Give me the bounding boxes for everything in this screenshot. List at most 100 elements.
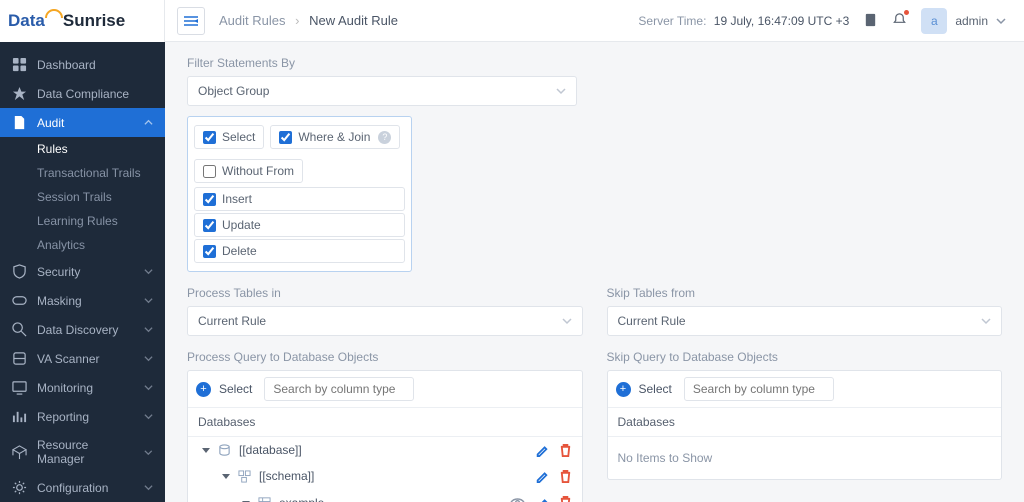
databases-header: Databases <box>608 408 1002 437</box>
logo-bar: Data Sunrise <box>0 0 165 42</box>
search-input[interactable] <box>264 377 414 401</box>
chevron-down-icon <box>144 412 153 421</box>
tasks-button[interactable] <box>863 12 878 30</box>
gear-icon <box>12 480 27 495</box>
monitor-icon <box>12 380 27 395</box>
collapse-sidebar-button[interactable] <box>177 7 205 35</box>
sidebar-item-dashboard[interactable]: Dashboard <box>0 50 165 79</box>
sidebar-item-monitoring[interactable]: Monitoring <box>0 373 165 402</box>
add-button[interactable]: + <box>196 382 211 397</box>
sidebar-item-label: Monitoring <box>37 381 93 395</box>
skip-tables-label: Skip Tables from <box>607 286 1003 300</box>
chevron-down-icon <box>144 448 153 457</box>
skip-column: Skip Tables from Current Rule Skip Query… <box>607 286 1003 502</box>
sidebar-item-reporting[interactable]: Reporting <box>0 402 165 431</box>
breadcrumb-sep: › <box>295 13 299 28</box>
sidebar-item-masking[interactable]: Masking <box>0 286 165 315</box>
sidebar-item-data-compliance[interactable]: Data Compliance <box>0 79 165 108</box>
eye-icon[interactable] <box>510 495 525 502</box>
box-icon <box>12 445 27 460</box>
tree-table-label: example <box>279 496 324 502</box>
sidebar-sub-session-trails[interactable]: Session Trails <box>0 185 165 209</box>
filter-select-value: Object Group <box>198 84 269 98</box>
chevron-down-icon <box>996 16 1006 26</box>
chk-update[interactable]: Update <box>194 213 405 237</box>
sidebar-item-va-scanner[interactable]: VA Scanner <box>0 344 165 373</box>
process-tables-select[interactable]: Current Rule <box>187 306 583 336</box>
sidebar-item-label: Reporting <box>37 410 89 424</box>
mask-icon <box>12 293 27 308</box>
user-menu[interactable]: a admin <box>921 8 1006 34</box>
databases-header: Databases <box>188 408 582 437</box>
collapse-icon <box>184 15 198 27</box>
process-panel-head: + Select <box>188 371 582 408</box>
process-tables-label: Process Tables in <box>187 286 583 300</box>
document-icon <box>12 115 27 130</box>
chk-delete[interactable]: Delete <box>194 239 405 263</box>
help-icon[interactable]: ? <box>378 131 391 144</box>
sidebar-item-security[interactable]: Security <box>0 257 165 286</box>
logo-text-2: Sunrise <box>63 11 125 30</box>
edit-icon[interactable] <box>535 496 549 502</box>
clipboard-icon <box>863 12 878 27</box>
tree-schema-row[interactable]: [[schema]] <box>188 463 582 489</box>
chk-where-join[interactable]: Where & Join? <box>270 125 400 149</box>
logo-text-1: Data <box>8 11 45 30</box>
skip-panel: + Select Databases No Items to Show <box>607 370 1003 480</box>
sidebar-sub-analytics[interactable]: Analytics <box>0 233 165 257</box>
tree-table-row[interactable]: example <box>188 489 582 502</box>
sidebar-item-label: Audit <box>37 116 64 130</box>
nav: Dashboard Data Compliance Audit Rules Tr… <box>0 42 165 502</box>
process-panel: + Select Databases [[database]] <box>187 370 583 502</box>
filter-options: Select Where & Join? Without From Insert… <box>187 116 412 272</box>
sidebar-item-resource-manager[interactable]: Resource Manager <box>0 431 165 473</box>
edit-icon[interactable] <box>535 469 549 483</box>
breadcrumb-root[interactable]: Audit Rules <box>219 13 285 28</box>
chk-select[interactable]: Select <box>194 125 264 149</box>
star-icon <box>12 86 27 101</box>
sidebar-item-audit[interactable]: Audit <box>0 108 165 137</box>
select-link[interactable]: Select <box>639 382 672 396</box>
chevron-down-icon <box>981 316 991 326</box>
chevron-down-icon <box>144 267 153 276</box>
sidebar-item-label: Security <box>37 265 80 279</box>
chevron-up-icon <box>144 118 153 127</box>
select-link[interactable]: Select <box>219 382 252 396</box>
caret-down-icon[interactable] <box>222 472 230 480</box>
trash-icon[interactable] <box>559 470 572 483</box>
chevron-down-icon <box>144 296 153 305</box>
sidebar-sub-transactional-trails[interactable]: Transactional Trails <box>0 161 165 185</box>
skip-panel-head: + Select <box>608 371 1002 408</box>
trash-icon[interactable] <box>559 496 572 502</box>
edit-icon[interactable] <box>535 443 549 457</box>
tree-database-row[interactable]: [[database]] <box>188 437 582 463</box>
chevron-down-icon <box>144 325 153 334</box>
process-query-label: Process Query to Database Objects <box>187 350 583 364</box>
sidebar-sub-rules[interactable]: Rules <box>0 137 165 161</box>
trash-icon[interactable] <box>559 444 572 457</box>
filter-select[interactable]: Object Group <box>187 76 577 106</box>
search-input[interactable] <box>684 377 834 401</box>
sidebar-item-data-discovery[interactable]: Data Discovery <box>0 315 165 344</box>
sidebar: Data Sunrise Dashboard Data Compliance Au… <box>0 0 165 502</box>
header: Audit Rules › New Audit Rule Server Time… <box>165 0 1024 42</box>
schema-icon <box>238 470 251 483</box>
chk-insert[interactable]: Insert <box>194 187 405 211</box>
notifications-button[interactable] <box>892 12 907 30</box>
sidebar-item-label: VA Scanner <box>37 352 99 366</box>
server-time: Server Time: 19 July, 16:47:09 UTC +3 <box>638 14 849 28</box>
caret-down-icon[interactable] <box>242 499 250 502</box>
add-button[interactable]: + <box>616 382 631 397</box>
chk-without-from[interactable]: Without From <box>194 159 303 183</box>
shield-icon <box>12 264 27 279</box>
sidebar-sub-learning-rules[interactable]: Learning Rules <box>0 209 165 233</box>
sidebar-item-configuration[interactable]: Configuration <box>0 473 165 502</box>
chart-icon <box>12 409 27 424</box>
skip-tables-select[interactable]: Current Rule <box>607 306 1003 336</box>
notification-dot <box>904 10 909 15</box>
main: Audit Rules › New Audit Rule Server Time… <box>165 0 1024 502</box>
breadcrumb: Audit Rules › New Audit Rule <box>219 13 398 28</box>
table-icon <box>258 496 271 502</box>
sidebar-item-label: Data Compliance <box>37 87 129 101</box>
caret-down-icon[interactable] <box>202 446 210 454</box>
